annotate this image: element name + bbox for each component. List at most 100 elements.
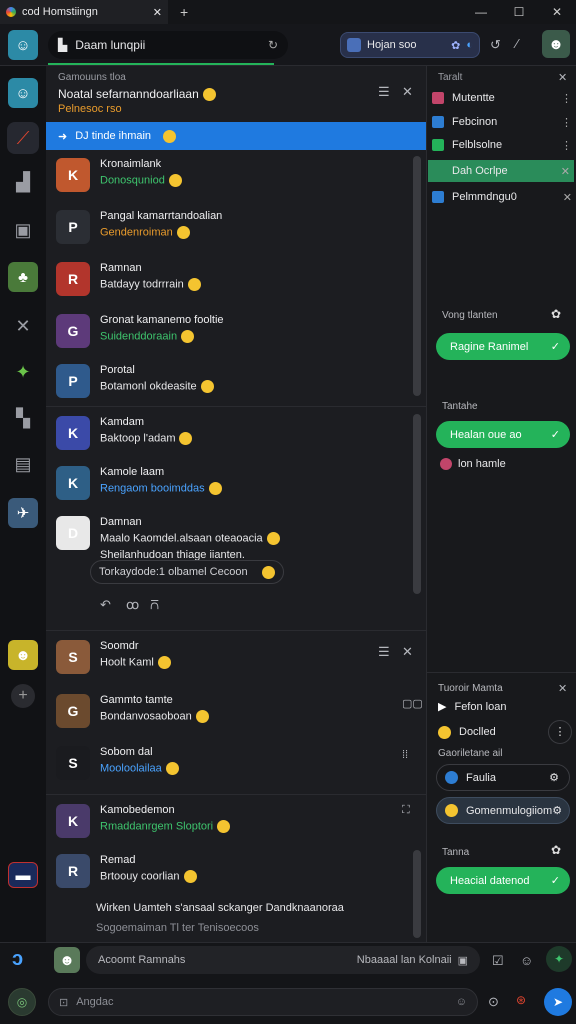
message-row[interactable]: K Kamobedemon Rmaddanrgem Sloptori: [56, 804, 416, 838]
right-list-item[interactable]: Mutentte ⋮: [432, 87, 572, 109]
bot-icon[interactable]: ✦: [546, 946, 572, 972]
image-icon[interactable]: ▣: [458, 954, 468, 967]
message-avatar[interactable]: D: [56, 516, 90, 550]
grid-icon[interactable]: ⁞⁞: [402, 749, 408, 761]
add-server-button[interactable]: +: [11, 684, 35, 708]
user-avatar[interactable]: ☺: [8, 30, 38, 60]
message-avatar[interactable]: P: [56, 364, 90, 398]
more-icon[interactable]: ⋮: [561, 116, 572, 129]
emoji-icon[interactable]: ☺: [520, 953, 533, 968]
maximize-button[interactable]: ☐: [500, 5, 538, 19]
message-row[interactable]: K Kronaimlank Donosquniod: [56, 158, 416, 192]
gear-icon[interactable]: ✿: [451, 39, 460, 52]
rail-avatar-3[interactable]: ✈: [8, 498, 38, 528]
chart-icon[interactable]: ▚: [7, 402, 39, 434]
message-row[interactable]: S Sobom dal Mooloolailaa: [56, 746, 416, 780]
message-row[interactable]: S Soomdr Hoolt Kaml: [56, 640, 416, 674]
sub-item[interactable]: Doclled ⋮: [438, 720, 572, 744]
new-tab-button[interactable]: +: [180, 4, 188, 20]
share-icon[interactable]: ⩃: [150, 597, 159, 613]
map-icon[interactable]: ▟: [7, 166, 39, 198]
message-row[interactable]: K Kamole laam Rengaom booimddas: [56, 466, 416, 500]
toggle-icon[interactable]: ◐: [466, 39, 473, 51]
tools-icon[interactable]: ✕: [7, 310, 39, 342]
message-avatar[interactable]: G: [56, 314, 90, 348]
right-list-item[interactable]: Febcinon ⋮: [432, 111, 572, 133]
message-avatar[interactable]: S: [56, 746, 90, 780]
more-icon[interactable]: ✕: [563, 191, 572, 204]
close-tab-icon[interactable]: ✕: [153, 6, 162, 19]
reply-icon[interactable]: ↶: [100, 597, 111, 613]
action-button-3[interactable]: Heacial datenod ✓: [436, 867, 570, 894]
selected-thread[interactable]: ➜ DJ tinde ihmain: [46, 122, 426, 150]
minimize-button[interactable]: —: [462, 5, 500, 19]
react-icon[interactable]: ꝏ: [126, 597, 139, 613]
creature-icon[interactable]: ✦: [7, 356, 39, 388]
more-icon[interactable]: ⋮: [548, 720, 572, 744]
message-input[interactable]: Acoomt Ramnahs Nbaaaal lan Kolnaii ▣: [86, 946, 480, 974]
lock-icon[interactable]: ▣: [7, 214, 39, 246]
message-row[interactable]: R Ramnan Batdayy todrrrain: [56, 262, 416, 296]
search-bar[interactable]: ▙ Daam lunqpii ↻: [48, 31, 288, 59]
message-avatar[interactable]: K: [56, 158, 90, 192]
message-avatar[interactable]: K: [56, 804, 90, 838]
close-icon[interactable]: ✕: [558, 682, 567, 695]
app-logo-icon[interactable]: ↄ: [12, 948, 36, 972]
message-row[interactable]: R Remad Brtoouy coorlian: [56, 854, 416, 888]
profile-avatar[interactable]: ☻: [542, 30, 570, 58]
gear-icon[interactable]: ✿: [551, 843, 561, 857]
rail-avatar-top[interactable]: ☺: [8, 78, 38, 108]
message-avatar[interactable]: S: [56, 640, 90, 674]
scrollbar[interactable]: [413, 850, 421, 938]
pen-icon[interactable]: ⁄: [516, 36, 518, 51]
history-icon[interactable]: ↺: [490, 37, 501, 53]
document-icon[interactable]: ▤: [7, 448, 39, 480]
record-icon[interactable]: ⊛: [516, 993, 526, 1007]
message-avatar[interactable]: R: [56, 854, 90, 888]
refresh-icon[interactable]: ↻: [268, 38, 278, 52]
attach-icon[interactable]: ☑: [492, 953, 504, 969]
sub-item[interactable]: ▶ Fefon loan: [438, 700, 506, 714]
rail-avatar-5[interactable]: ▬: [8, 862, 38, 888]
sword-icon[interactable]: ⟋: [7, 122, 39, 154]
filter-icon[interactable]: ☰: [378, 84, 390, 100]
browser-tab[interactable]: cod Homstiingn ✕: [0, 0, 168, 24]
message-avatar[interactable]: P: [56, 210, 90, 244]
message-row[interactable]: G Gammto tamte Bondanvosaoboan: [56, 694, 416, 728]
more-icon[interactable]: ✕: [561, 165, 570, 178]
action-button-2[interactable]: Healan oue ao ✓: [436, 421, 570, 448]
message-row[interactable]: P Porotal Botamonl okdeasite: [56, 364, 416, 398]
action-button-1[interactable]: Ragine Ranimel ✓: [436, 333, 570, 360]
gear-icon[interactable]: ✿: [551, 307, 561, 321]
gif-icon[interactable]: ⊙: [488, 994, 499, 1010]
scrollbar[interactable]: [413, 156, 421, 396]
search-input[interactable]: ⊡ Angdac ☺: [48, 988, 478, 1016]
filter-icon[interactable]: ☰: [378, 644, 390, 660]
composer-avatar[interactable]: ☻: [54, 947, 80, 973]
scrollbar[interactable]: [413, 414, 421, 594]
close-window-button[interactable]: ✕: [538, 5, 576, 19]
topbar-pill-button[interactable]: Hojan soo ✿ ◐: [340, 32, 480, 58]
more-icon[interactable]: ▢▢: [402, 697, 423, 710]
right-list-item[interactable]: Pelmmdngu0 ✕: [432, 186, 572, 208]
more-icon[interactable]: ⋮: [561, 139, 572, 152]
message-avatar[interactable]: G: [56, 694, 90, 728]
status-avatar[interactable]: ◎: [8, 988, 36, 1016]
send-button[interactable]: ➤: [544, 988, 572, 1016]
option-pill-1[interactable]: Faulia ⚙: [436, 764, 570, 791]
message-row[interactable]: D Damnan Maalo Kaomdel.alsaan oteaoacia She…: [56, 516, 416, 561]
message-row[interactable]: K Kamdam Baktoop l'adam: [56, 416, 416, 450]
rail-avatar-4[interactable]: ☻: [8, 640, 38, 670]
option-pill-2[interactable]: Gomenmulogiiom ⚙: [436, 797, 570, 824]
message-row[interactable]: G Gronat kamanemo fooltie Suidenddoraain: [56, 314, 416, 348]
quote-box[interactable]: Torkaydode:1 olbamel Cecoon: [90, 560, 284, 584]
message-row[interactable]: P Pangal kamarrtandoalian Gendenroiman: [56, 210, 416, 244]
close-icon[interactable]: ✕: [402, 84, 413, 100]
expand-icon[interactable]: ⛶: [402, 804, 410, 817]
right-list-item[interactable]: Felblsolne ⋮: [432, 134, 572, 156]
close-icon[interactable]: ✕: [402, 644, 413, 660]
rail-avatar-2[interactable]: ♣: [8, 262, 38, 292]
emoji-icon[interactable]: ☺: [456, 996, 467, 1008]
message-avatar[interactable]: K: [56, 466, 90, 500]
more-icon[interactable]: ⋮: [561, 92, 572, 105]
